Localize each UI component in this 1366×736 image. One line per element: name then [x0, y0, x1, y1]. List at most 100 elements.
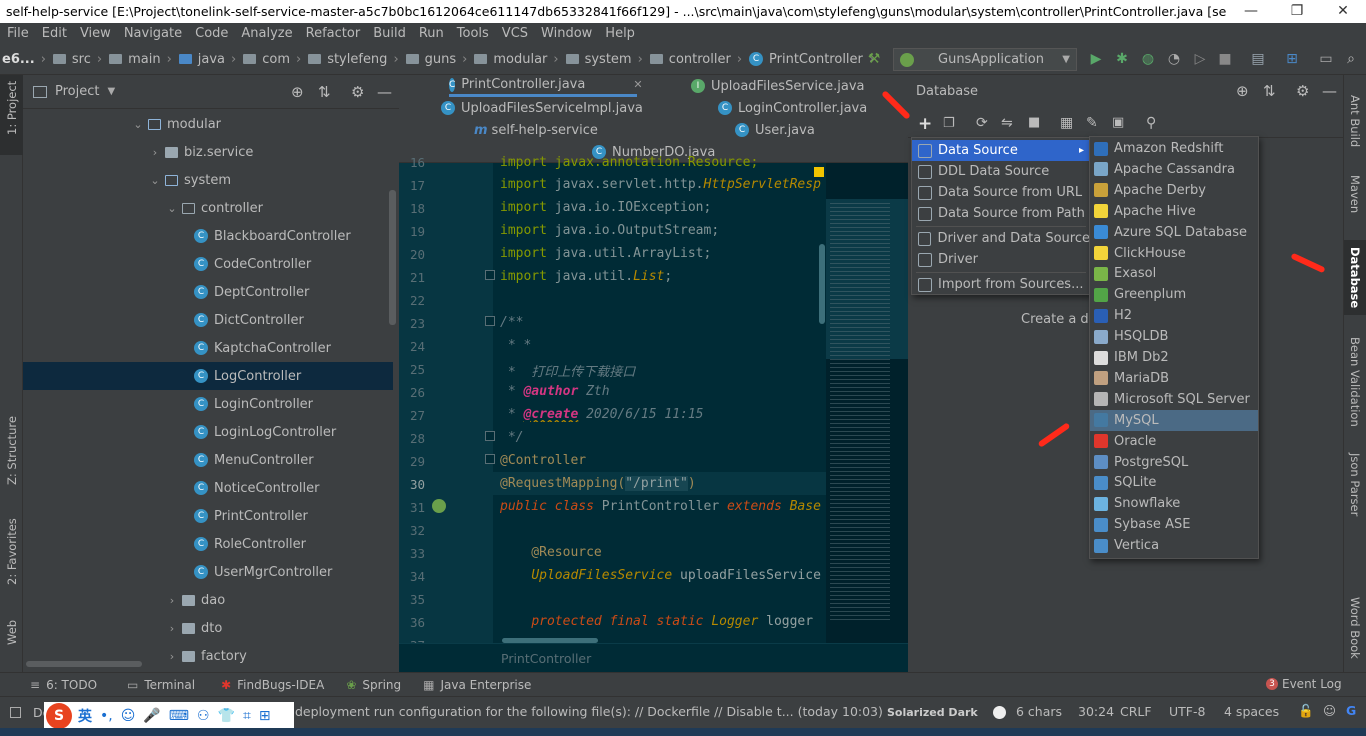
hide-panel-icon[interactable]: — — [1322, 82, 1337, 100]
add-menu-item[interactable]: Data Source ▸ — [912, 140, 1090, 161]
chevron-right-icon[interactable]: › — [148, 146, 162, 159]
driver-menu-item[interactable]: Amazon Redshift — [1090, 138, 1258, 159]
tree-class[interactable]: C DeptController — [23, 278, 393, 306]
tree-folder[interactable]: › biz.service — [23, 138, 393, 166]
breadcrumb-item[interactable]: stylefeng — [327, 52, 387, 67]
tree-class[interactable]: C LoginLogController — [23, 418, 393, 446]
tree-class[interactable]: C RoleController — [23, 530, 393, 558]
tree-class[interactable]: C PrintController — [23, 502, 393, 530]
driver-menu-item[interactable]: ClickHouse — [1090, 243, 1258, 264]
driver-menu-item[interactable]: Azure SQL Database — [1090, 222, 1258, 243]
console-icon[interactable]: ▣ — [1112, 115, 1124, 130]
menu-run[interactable]: Run — [412, 26, 450, 41]
google-icon[interactable]: G — [1346, 703, 1356, 718]
fold-icon[interactable] — [485, 431, 495, 441]
tree-class[interactable]: C DictController — [23, 306, 393, 334]
line-separator[interactable]: CRLF — [1120, 704, 1152, 719]
translate-icon[interactable]: ⊞ — [1284, 51, 1300, 67]
ime-skin-icon[interactable]: 👕 — [218, 708, 235, 724]
sync-icon[interactable]: ⇋ — [1001, 115, 1013, 131]
add-menu-item[interactable]: Data Source from URL — [912, 182, 1090, 203]
stop-icon[interactable]: ■ — [1217, 51, 1233, 67]
tree-class[interactable]: C BlackboardController — [23, 222, 393, 250]
hector-icon[interactable]: ☺ — [1323, 703, 1336, 718]
menu-vcs[interactable]: VCS — [495, 26, 534, 41]
driver-menu-item[interactable]: IBM Db2 — [1090, 347, 1258, 368]
driver-menu-item[interactable]: Snowflake — [1090, 493, 1258, 514]
filter-icon[interactable]: ⚲ — [1146, 115, 1156, 131]
menu-code[interactable]: Code — [188, 26, 234, 41]
stop-icon[interactable]: ■ — [1028, 115, 1040, 130]
ime-logo[interactable]: S — [46, 703, 72, 729]
collapse-icon[interactable]: ⇅ — [318, 83, 331, 101]
tree-folder[interactable]: › dao — [23, 586, 393, 614]
tree-folder[interactable]: › dto — [23, 614, 393, 642]
project-tool-label[interactable]: 1: Project — [5, 81, 19, 135]
findbugs-tool[interactable]: FindBugs-IDEA — [237, 678, 324, 692]
breadcrumb-item[interactable]: controller — [669, 52, 731, 67]
add-menu-item[interactable]: Data Source from Path — [912, 203, 1090, 224]
tree-class[interactable]: C NoticeController — [23, 474, 393, 502]
fold-icon[interactable] — [485, 454, 495, 464]
driver-menu-item[interactable]: HSQLDB — [1090, 326, 1258, 347]
ime-punctuation-icon[interactable]: •, — [100, 708, 113, 724]
terminal-tool[interactable]: Terminal — [144, 678, 195, 692]
selection-chars[interactable]: 6 chars — [1016, 704, 1062, 719]
ime-emoji-icon[interactable]: ☺ — [121, 708, 136, 724]
chevron-down-icon[interactable]: ▼ — [107, 86, 115, 97]
close-icon[interactable]: ✕ — [633, 78, 642, 91]
table-icon[interactable]: ▦ — [1060, 115, 1073, 131]
tree-folder[interactable]: ⌄ system — [23, 166, 393, 194]
fold-icon[interactable] — [485, 270, 495, 280]
driver-menu-item[interactable]: Exasol — [1090, 263, 1258, 284]
close-window-button[interactable]: ✕ — [1320, 0, 1366, 23]
tree-folder[interactable]: ⌄ controller — [23, 194, 393, 222]
tree-class[interactable]: C LoginController — [23, 390, 393, 418]
project-structure-icon[interactable]: ▤ — [1250, 51, 1266, 67]
menu-file[interactable]: File — [0, 26, 35, 41]
run-icon[interactable]: ▶ — [1088, 51, 1104, 67]
spring-tool[interactable]: Spring — [362, 678, 401, 692]
driver-menu-item[interactable]: H2 — [1090, 305, 1258, 326]
ime-grid-icon[interactable]: ⊞ — [259, 708, 271, 724]
java-enterprise-tool[interactable]: Java Enterprise — [440, 678, 531, 692]
driver-menu-item[interactable]: Oracle — [1090, 431, 1258, 452]
breadcrumb-item[interactable]: main — [128, 52, 160, 67]
ime-language[interactable]: 英 — [78, 706, 92, 726]
menu-tools[interactable]: Tools — [450, 26, 495, 41]
driver-menu-item[interactable]: Sybase ASE — [1090, 514, 1258, 535]
driver-menu-item[interactable]: MariaDB — [1090, 368, 1258, 389]
minimize-button[interactable]: — — [1228, 0, 1274, 23]
caret-position[interactable]: 30:24 — [1078, 704, 1114, 719]
breadcrumb-item[interactable]: java — [198, 52, 225, 67]
driver-menu-item[interactable]: Apache Cassandra — [1090, 159, 1258, 180]
ime-keyboard-icon[interactable]: ⌨ — [169, 708, 189, 724]
refresh-icon[interactable]: ⟳ — [976, 115, 988, 131]
ime-voice-icon[interactable]: 🎤 — [143, 708, 160, 724]
event-log-tool[interactable]: Event Log — [1282, 677, 1342, 691]
globe-icon[interactable]: ⊕ — [1236, 82, 1249, 100]
menu-navigate[interactable]: Navigate — [117, 26, 188, 41]
ime-user-icon[interactable]: ⚇ — [197, 708, 210, 724]
locate-icon[interactable]: ⊕ — [291, 83, 304, 101]
chevron-down-icon[interactable]: ⌄ — [165, 202, 179, 215]
hide-panel-icon[interactable]: — — [377, 83, 392, 101]
run-config-select[interactable]: GunsApplication ▼ — [893, 48, 1077, 71]
driver-menu-item[interactable]: Greenplum — [1090, 284, 1258, 305]
menu-view[interactable]: View — [73, 26, 117, 41]
tree-class[interactable]: C LogController — [23, 362, 393, 390]
add-menu-item[interactable]: DDL Data Source — [912, 161, 1090, 182]
tree-class[interactable]: C KaptchaController — [23, 334, 393, 362]
tab-uploadfilesserviceimpl[interactable]: C UploadFilesServiceImpl.java — [441, 97, 643, 119]
coverage-icon[interactable]: ◍ — [1140, 51, 1156, 67]
indent-setting[interactable]: 4 spaces — [1224, 704, 1279, 719]
breadcrumb-item[interactable]: PrintController — [769, 52, 863, 67]
driver-menu-item[interactable]: Vertica — [1090, 535, 1258, 556]
status-toggle-icon[interactable] — [10, 707, 21, 718]
tab-user[interactable]: C User.java — [735, 119, 815, 141]
editor-scrollbar[interactable] — [819, 244, 825, 324]
word-book-tool-label[interactable]: Word Book — [1348, 597, 1362, 659]
menu-refactor[interactable]: Refactor — [299, 26, 367, 41]
breadcrumb-item[interactable]: system — [585, 52, 632, 67]
database-tool-label[interactable]: Database — [1348, 247, 1362, 308]
